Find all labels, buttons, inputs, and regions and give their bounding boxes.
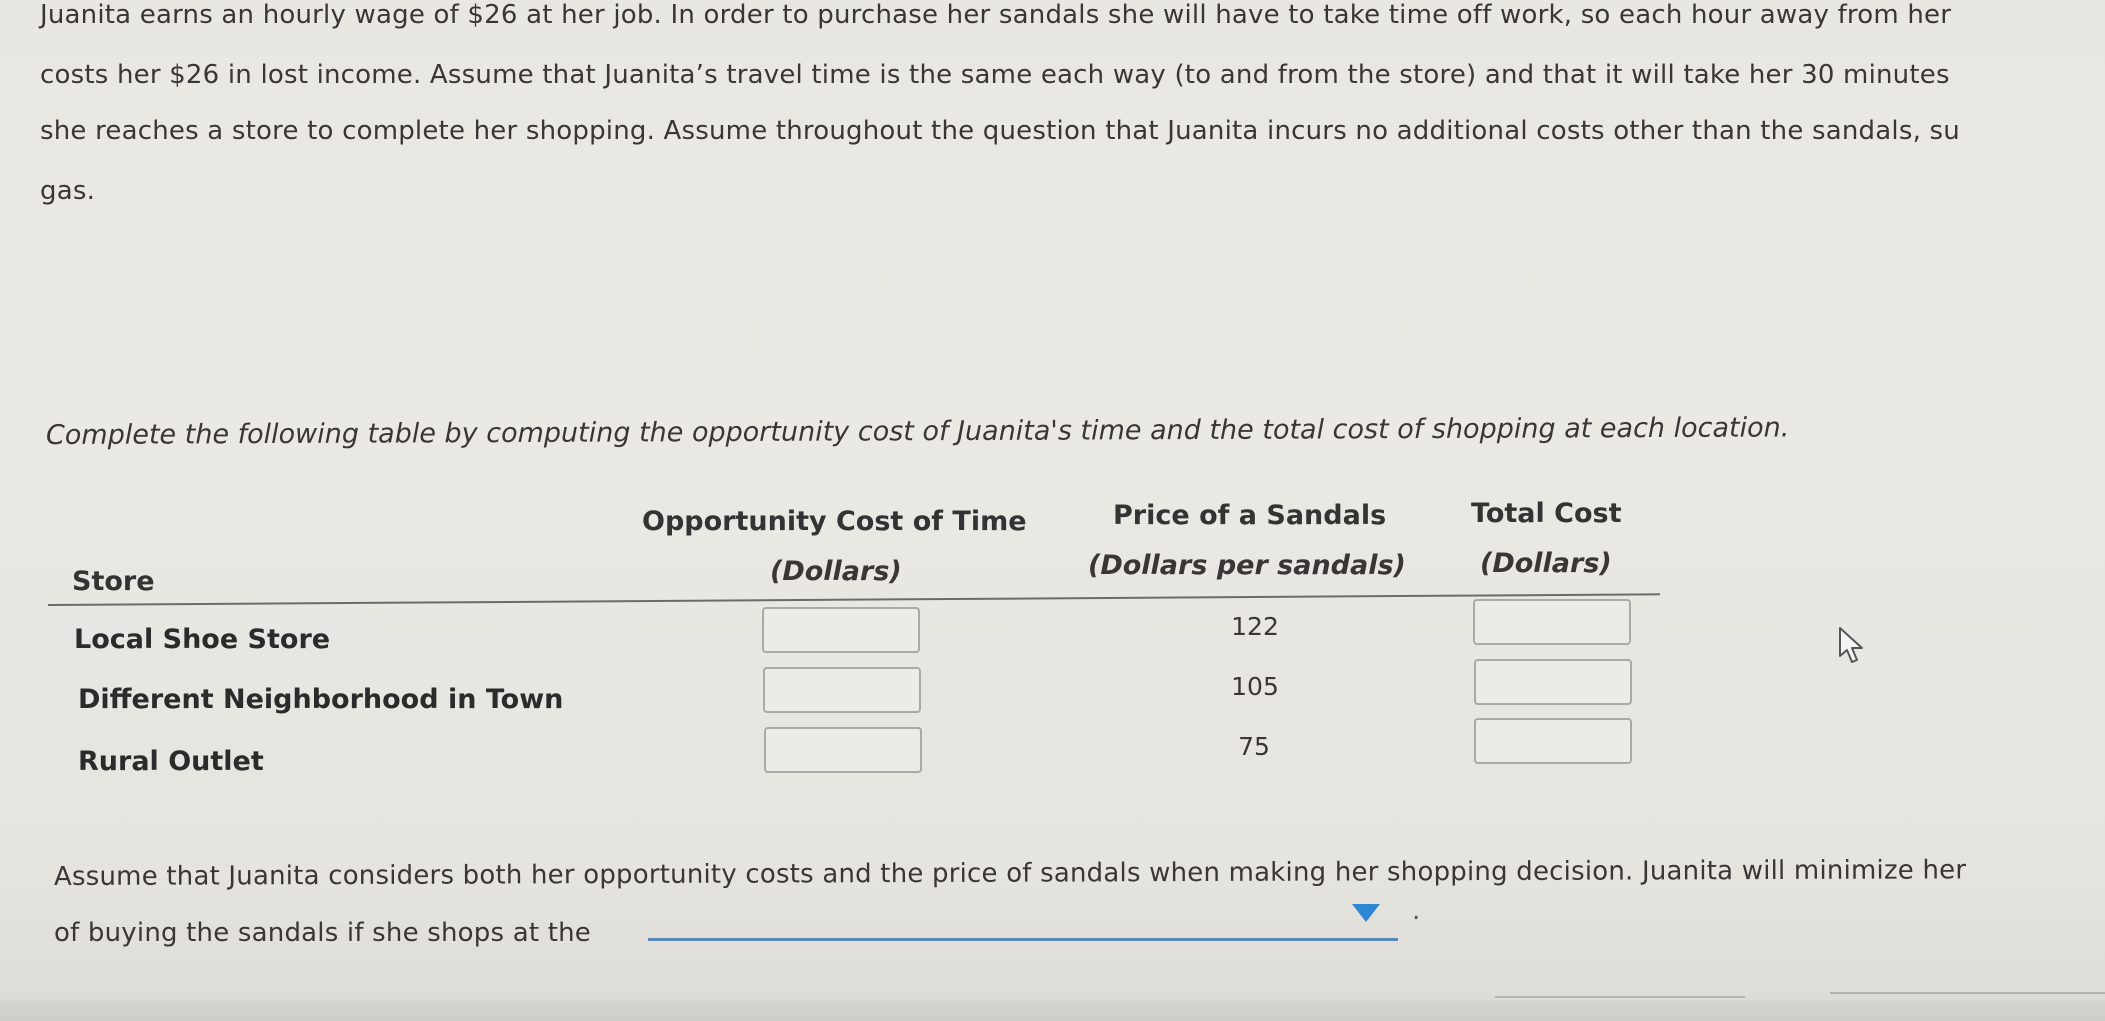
header-opportunity-cost-title: Opportunity Cost of Time — [642, 506, 1027, 537]
store-name: Rural Outlet — [78, 746, 264, 777]
problem-text-line-4: gas. — [40, 176, 96, 206]
divider-line — [1495, 996, 1745, 998]
question-text-line-1: Assume that Juanita considers both her o… — [53, 855, 1967, 892]
sandal-price: 122 — [1231, 612, 1279, 641]
problem-text-line-3: she reaches a store to complete her shop… — [40, 116, 1960, 146]
page-bottom-edge — [0, 1000, 2105, 1021]
opportunity-cost-input-local-shoe-store[interactable] — [762, 607, 920, 653]
problem-text-line-1: Juanita earns an hourly wage of $26 at h… — [40, 0, 1952, 30]
sentence-period: . — [1412, 896, 1421, 926]
header-price-title: Price of a Sandals — [1113, 500, 1387, 531]
total-cost-input-rural-outlet[interactable] — [1474, 718, 1632, 764]
sandal-price: 105 — [1231, 672, 1279, 701]
opportunity-cost-input-rural-outlet[interactable] — [764, 727, 922, 773]
header-total-cost-title: Total Cost — [1471, 498, 1622, 529]
divider-line — [1830, 992, 2105, 994]
store-choice-dropdown[interactable] — [648, 898, 1398, 941]
store-name: Different Neighborhood in Town — [78, 684, 564, 715]
problem-text-line-2: costs her $26 in lost income. Assume tha… — [40, 60, 1950, 90]
store-name: Local Shoe Store — [74, 624, 331, 655]
header-opportunity-cost-unit: (Dollars) — [770, 556, 902, 587]
dropdown-arrow-icon — [1352, 904, 1380, 922]
mouse-cursor-icon — [1839, 627, 1863, 663]
header-price-unit: (Dollars per sandals) — [1088, 550, 1406, 581]
sandal-price: 75 — [1238, 732, 1270, 761]
total-cost-input-local-shoe-store[interactable] — [1473, 599, 1631, 645]
total-cost-input-different-neighborhood[interactable] — [1474, 659, 1632, 705]
header-total-cost-unit: (Dollars) — [1480, 548, 1612, 579]
opportunity-cost-input-different-neighborhood[interactable] — [763, 667, 921, 713]
question-text-line-2: of buying the sandals if she shops at th… — [54, 918, 591, 948]
table-instruction: Complete the following table by computin… — [45, 412, 1790, 451]
header-store: Store — [72, 566, 155, 597]
header-divider — [47, 593, 1660, 606]
